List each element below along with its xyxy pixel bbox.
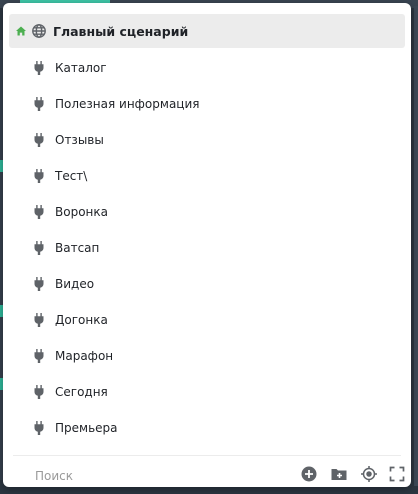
tree-item[interactable]: Марафон xyxy=(9,339,405,373)
tree-item-label: Полезная информация xyxy=(55,97,200,111)
tree-item-label: Премьера xyxy=(55,421,118,435)
fullscreen-icon[interactable] xyxy=(388,465,406,483)
plug-icon xyxy=(31,420,47,436)
background-strip-right xyxy=(414,6,418,486)
tree-item-label: Каталог xyxy=(55,61,107,75)
plug-icon xyxy=(31,96,47,112)
tree-item-label: Воронка xyxy=(55,205,108,219)
plug-icon xyxy=(31,240,47,256)
tree-item[interactable]: Догонка xyxy=(9,303,405,337)
home-icon xyxy=(15,25,27,37)
plug-icon xyxy=(31,168,47,184)
tree-item[interactable]: Ватсап xyxy=(9,231,405,265)
tree-item-label: Отзывы xyxy=(55,133,104,147)
tree-item[interactable]: Видео xyxy=(9,267,405,301)
search-input[interactable] xyxy=(33,466,237,486)
scenario-picker-dropdown: Главный сценарий Каталог Полезная информ… xyxy=(3,3,411,487)
plug-icon xyxy=(31,132,47,148)
tree-item[interactable]: Каталог xyxy=(9,51,405,85)
tree-item[interactable]: Сегодня xyxy=(9,375,405,409)
target-icon[interactable] xyxy=(360,465,378,483)
tree-item-label: Догонка xyxy=(55,313,108,327)
add-circle-icon[interactable] xyxy=(300,465,318,483)
tree-item-label: Сегодня xyxy=(55,385,108,399)
plug-icon xyxy=(31,204,47,220)
globe-icon xyxy=(31,23,47,39)
tree-item[interactable]: Отзывы xyxy=(9,123,405,157)
plug-icon xyxy=(31,312,47,328)
plug-icon xyxy=(31,348,47,364)
tree-item-label: Ватсап xyxy=(55,241,100,255)
tree-item-label: Марафон xyxy=(55,349,114,363)
tree-item-label: Видео xyxy=(55,277,95,291)
tree-item[interactable]: Тест\ xyxy=(9,159,405,193)
tree-item-root[interactable]: Главный сценарий xyxy=(9,14,405,48)
tree-item-label: Тест\ xyxy=(55,169,88,183)
tree-item[interactable]: Воронка xyxy=(9,195,405,229)
tree-item-label: Главный сценарий xyxy=(53,23,189,39)
tree-item[interactable]: Полезная информация xyxy=(9,87,405,121)
add-folder-icon[interactable] xyxy=(330,465,348,483)
tree-item[interactable]: Премьера xyxy=(9,411,405,445)
plug-icon xyxy=(31,384,47,400)
plug-icon xyxy=(31,60,47,76)
plug-icon xyxy=(31,276,47,292)
dropdown-footer xyxy=(13,455,405,488)
